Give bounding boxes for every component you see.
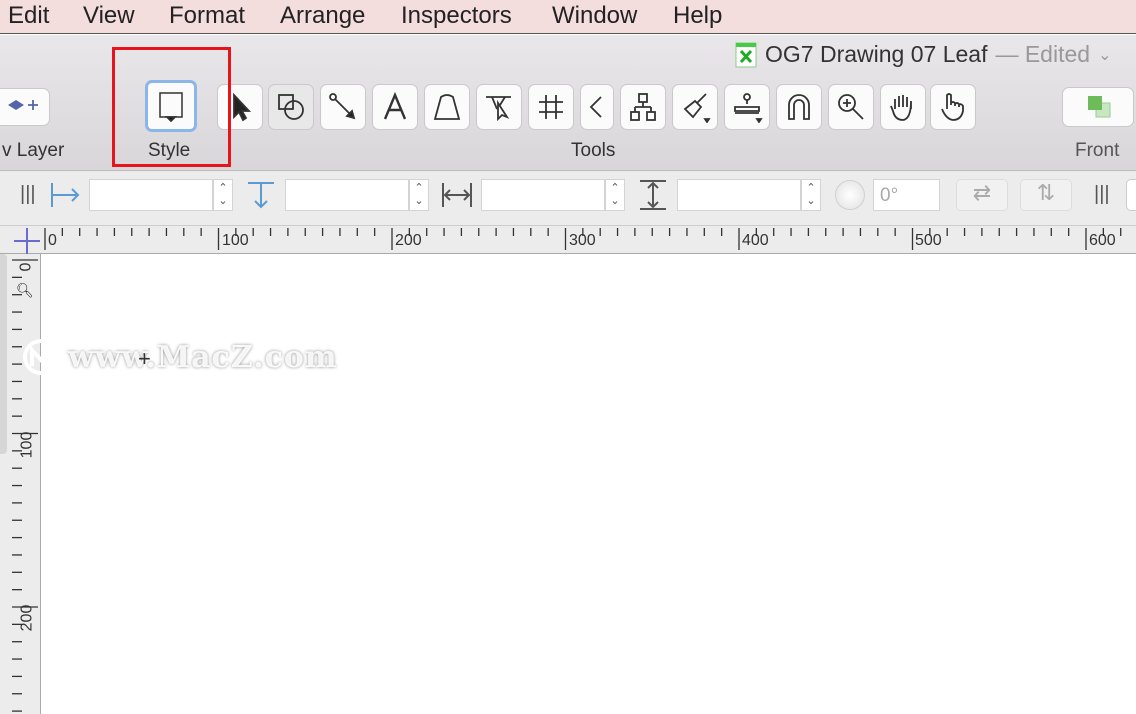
rotation-dial[interactable] bbox=[835, 180, 865, 210]
vertical-ruler-ticks bbox=[12, 259, 38, 712]
x-position-stepper[interactable]: ⌃ ⌄ bbox=[213, 179, 233, 211]
drag-handle-icon[interactable]: ||| bbox=[1094, 183, 1110, 206]
watermark-logo-icon bbox=[23, 339, 59, 375]
bezier-icon bbox=[433, 94, 461, 120]
ruler-label: 600 bbox=[1089, 232, 1116, 249]
drag-handle-icon[interactable]: ||| bbox=[20, 183, 36, 206]
width-field[interactable] bbox=[481, 179, 605, 211]
menu-format[interactable]: Format bbox=[169, 2, 245, 30]
point-editor-button[interactable] bbox=[476, 84, 522, 130]
ruler-label: 200 bbox=[395, 232, 422, 249]
vertical-ruler[interactable]: 0 100 200 🔍︎ bbox=[0, 254, 41, 714]
menu-help[interactable]: Help bbox=[673, 2, 722, 30]
zoom-in-icon bbox=[838, 94, 864, 120]
ruler-label: 0 bbox=[48, 232, 57, 249]
flip-horizontal-button[interactable]: ⇄ bbox=[956, 179, 1008, 211]
diagram-tool-button[interactable] bbox=[620, 84, 666, 130]
bring-front-icon bbox=[1088, 96, 1111, 118]
horizontal-ruler[interactable]: 0 100 200 300 400 500 600 bbox=[0, 226, 1136, 254]
ruler-label: 100 bbox=[222, 232, 249, 249]
browse-tool-button[interactable] bbox=[930, 84, 976, 130]
width-stepper[interactable]: ⌃ ⌄ bbox=[605, 179, 625, 211]
rotation-field[interactable]: 0° bbox=[873, 179, 940, 211]
y-position-stepper[interactable]: ⌃ ⌄ bbox=[409, 179, 429, 211]
ruler-label: 200 bbox=[18, 604, 36, 632]
front-label: Front bbox=[1075, 140, 1120, 161]
magnet-icon bbox=[788, 94, 810, 120]
watermark-text: www.MacZ.com bbox=[68, 339, 338, 375]
collapse-tools-button[interactable] bbox=[580, 84, 614, 130]
y-position-icon bbox=[248, 182, 274, 209]
document-name: OG7 Drawing 07 Leaf bbox=[765, 41, 988, 67]
ruler-label: 0 bbox=[17, 262, 35, 272]
ruler-label: 500 bbox=[915, 232, 942, 249]
bring-to-front-button[interactable] bbox=[1062, 87, 1134, 127]
zoom-out-cursor-icon: 🔍︎ bbox=[16, 282, 34, 298]
tools-label: Tools bbox=[571, 140, 616, 161]
pointing-hand-icon bbox=[941, 93, 964, 121]
text-tool-button[interactable] bbox=[372, 84, 418, 130]
shape-icon bbox=[278, 94, 304, 120]
stamp-icon bbox=[734, 93, 763, 123]
ruler-label: 300 bbox=[569, 232, 596, 249]
crosshair-cursor-icon: + bbox=[138, 346, 151, 371]
text-icon bbox=[383, 91, 407, 120]
window-title[interactable]: OG7 Drawing 07 Leaf — Edited ⌄ bbox=[735, 41, 1111, 68]
shape-tool-button[interactable] bbox=[268, 84, 314, 130]
chevron-left-icon bbox=[589, 96, 602, 118]
point-editor-icon bbox=[486, 96, 511, 122]
line-tool-button[interactable] bbox=[320, 84, 366, 130]
edited-status: — Edited bbox=[995, 41, 1091, 67]
line-icon bbox=[329, 93, 356, 120]
style-brush-button[interactable] bbox=[672, 84, 718, 130]
more-field[interactable] bbox=[1126, 179, 1136, 211]
new-layer-label: v Layer bbox=[2, 140, 65, 161]
menu-inspectors[interactable]: Inspectors bbox=[401, 2, 512, 30]
height-icon bbox=[640, 180, 666, 210]
chevron-down-icon[interactable]: ⌄ bbox=[1098, 45, 1111, 65]
style-highlight-box bbox=[112, 47, 231, 167]
document-icon bbox=[735, 42, 757, 67]
menu-edit[interactable]: Edit bbox=[8, 2, 49, 30]
menu-view[interactable]: View bbox=[83, 2, 135, 30]
hand-tool-button[interactable] bbox=[880, 84, 926, 130]
layer-plus-icon bbox=[8, 100, 38, 110]
x-position-field[interactable] bbox=[89, 179, 213, 211]
x-position-icon bbox=[51, 183, 80, 207]
hand-icon bbox=[890, 95, 912, 121]
format-bar: ||| ⌃ ⌄ ⌃ ⌄ ⌃ ⌄ ⌃ ⌄ 0° ⇄ ⇅ ||| bbox=[0, 171, 1136, 226]
pen-tool-button[interactable] bbox=[424, 84, 470, 130]
diagram-icon bbox=[630, 93, 656, 121]
rubber-stamp-button[interactable] bbox=[724, 84, 770, 130]
drawing-canvas[interactable] bbox=[41, 254, 1136, 714]
y-position-field[interactable] bbox=[285, 179, 409, 211]
height-stepper[interactable]: ⌃ ⌄ bbox=[801, 179, 821, 211]
zoom-tool-button[interactable] bbox=[828, 84, 874, 130]
flip-vertical-button[interactable]: ⇅ bbox=[1020, 179, 1072, 211]
brush-icon bbox=[683, 93, 711, 123]
menu-bar: Edit View Format Arrange Inspectors Wind… bbox=[0, 0, 1136, 34]
width-icon bbox=[442, 183, 472, 207]
magnet-tool-button[interactable] bbox=[776, 84, 822, 130]
menu-window[interactable]: Window bbox=[552, 2, 637, 30]
horizontal-ruler-ticks bbox=[44, 228, 1122, 250]
ruler-label: 100 bbox=[18, 431, 36, 459]
grid-icon bbox=[539, 95, 563, 119]
grid-tool-button[interactable] bbox=[528, 84, 574, 130]
height-field[interactable] bbox=[677, 179, 801, 211]
new-layer-button[interactable] bbox=[0, 88, 50, 126]
ruler-label: 400 bbox=[742, 232, 769, 249]
watermark: www.MacZ.com bbox=[22, 338, 338, 376]
menu-arrange[interactable]: Arrange bbox=[280, 2, 365, 30]
